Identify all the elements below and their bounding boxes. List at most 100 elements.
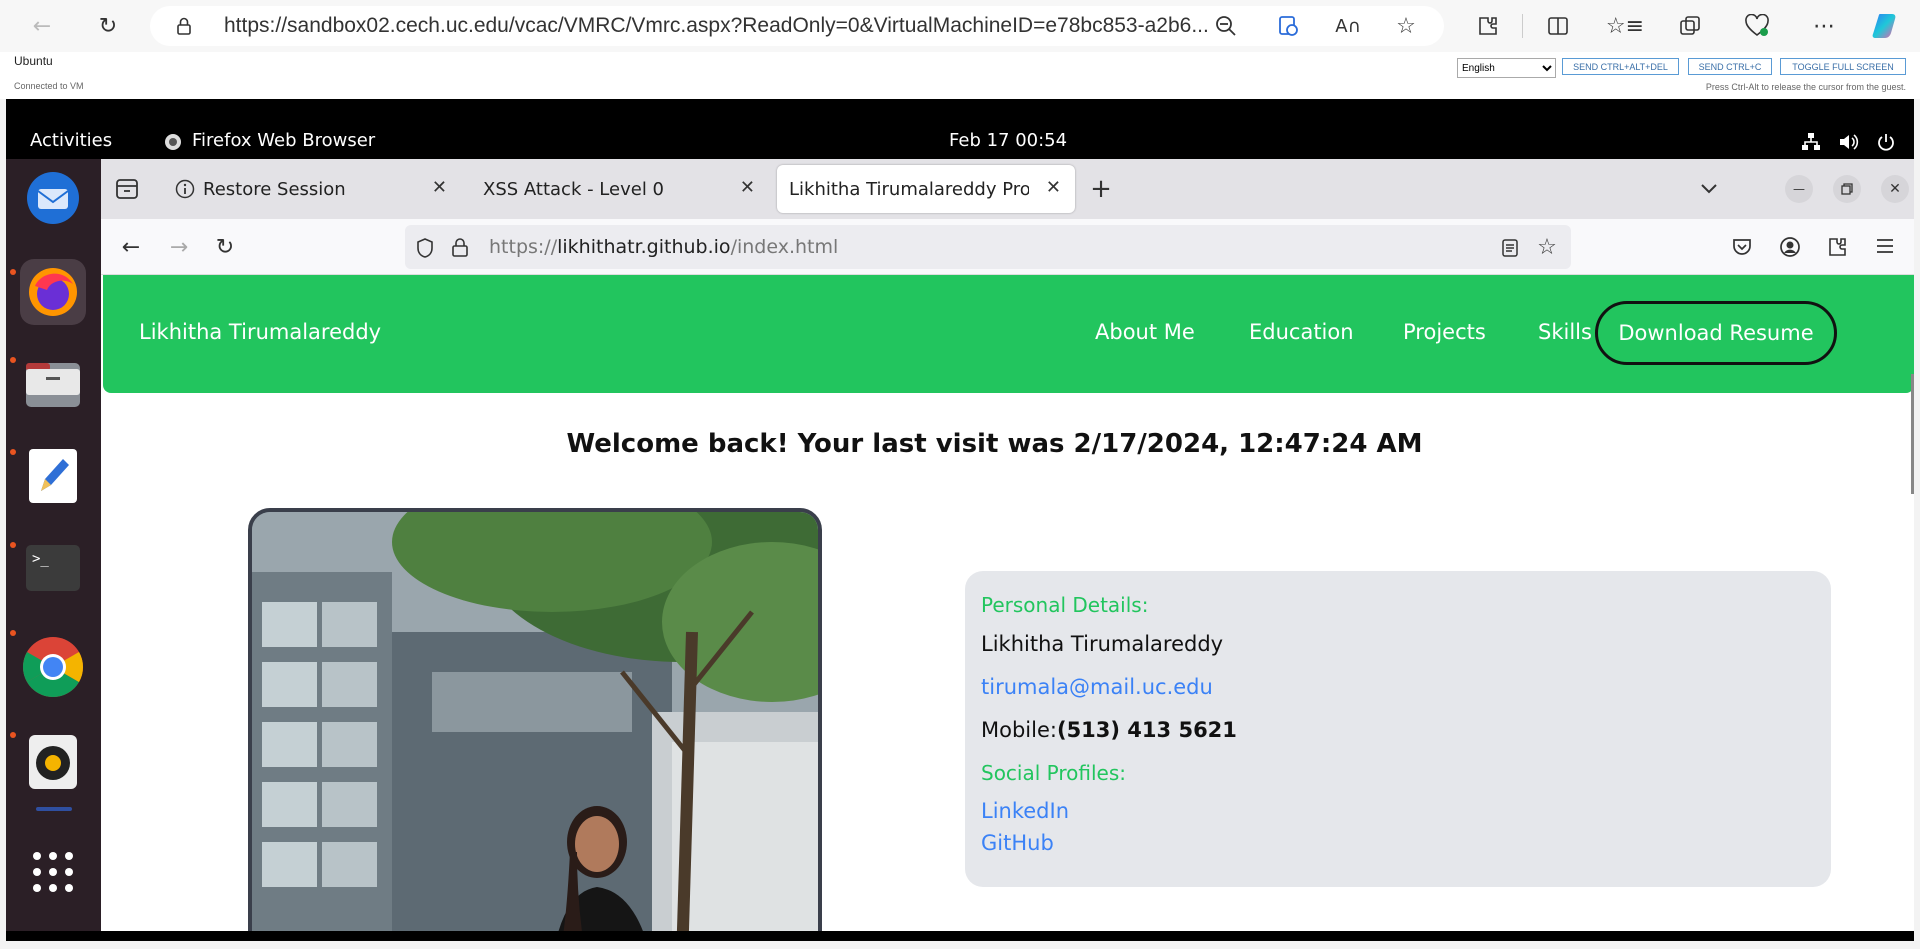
mobile-number: (513) 413 5621 (1056, 718, 1237, 742)
person-name: Likhitha Tirumalareddy (981, 632, 1224, 656)
dock-scroll-indicator (36, 807, 72, 811)
toolbar-divider (1522, 14, 1523, 38)
chrome-icon[interactable] (20, 634, 86, 700)
clock[interactable]: Feb 17 00:54 (949, 130, 1067, 151)
tab-xss-attack[interactable]: XSS Attack - Level 0 ✕ (469, 165, 769, 213)
tab-label: Restore Session (203, 178, 346, 200)
nav-projects[interactable]: Projects (1403, 320, 1486, 344)
mobile-line: Mobile:(513) 413 5621 (981, 718, 1237, 742)
running-indicator (10, 542, 16, 548)
text-editor-icon[interactable] (20, 443, 86, 509)
power-icon[interactable] (1876, 132, 1896, 152)
gnome-top-bar: Activities Firefox Web Browser Feb 17 00… (6, 123, 1914, 159)
github-link[interactable]: GitHub (981, 831, 1054, 855)
close-window-icon[interactable]: ✕ (1881, 175, 1909, 203)
social-profiles-heading: Social Profiles: (981, 761, 1126, 785)
list-tabs-chevron-icon[interactable] (1695, 175, 1723, 203)
more-menu-icon[interactable]: ⋯ (1806, 8, 1842, 44)
running-indicator (10, 269, 16, 275)
running-indicator (10, 732, 16, 738)
volume-icon[interactable] (1838, 132, 1860, 152)
restore-icon[interactable] (1833, 175, 1861, 203)
shield-icon[interactable] (415, 237, 435, 259)
profile-photo-image (252, 512, 818, 931)
firefox-small-icon (165, 134, 181, 150)
ubuntu-dock: >_ (6, 159, 101, 931)
tab-restore-session[interactable]: Restore Session ✕ (161, 165, 461, 213)
reload-icon[interactable]: ↻ (211, 233, 239, 261)
files-icon[interactable] (20, 351, 86, 417)
account-icon[interactable] (1779, 236, 1801, 258)
refresh-icon[interactable]: ↻ (90, 8, 126, 44)
thunderbird-icon[interactable] (20, 165, 86, 231)
linkedin-link[interactable]: LinkedIn (981, 799, 1069, 823)
url-bar[interactable]: https://likhithatr.github.io/index.html … (405, 225, 1571, 269)
language-select[interactable]: English (1457, 58, 1556, 78)
download-resume-button[interactable]: Download Resume (1595, 301, 1837, 365)
nav-skills[interactable]: Skills (1538, 320, 1592, 344)
network-icon[interactable] (1801, 132, 1821, 152)
pocket-icon[interactable] (1731, 236, 1753, 258)
back-icon[interactable]: ← (117, 233, 145, 261)
send-ctrl-c-button[interactable]: SEND CTRL+C (1688, 58, 1772, 75)
vmrc-header: Ubuntu Connected to VM English SEND CTRL… (0, 52, 1920, 99)
page-scrollbar[interactable] (1911, 374, 1914, 494)
copilot-icon[interactable] (1868, 8, 1904, 44)
favorites-icon[interactable]: ☆≡ (1606, 8, 1644, 44)
zoom-icon[interactable] (1208, 8, 1244, 44)
firefox-view-icon[interactable] (113, 175, 141, 203)
active-app-name[interactable]: Firefox Web Browser (192, 130, 375, 151)
edge-toolbar: ← ↻ https://sandbox02.cech.uc.edu/vcac/V… (0, 0, 1920, 52)
tab-strip: Restore Session ✕ XSS Attack - Level 0 ✕… (101, 159, 1914, 219)
reader-view-icon[interactable] (1501, 238, 1519, 258)
email-link[interactable]: tirumala@mail.uc.edu (981, 675, 1213, 699)
running-indicator (10, 357, 16, 363)
url-text: https://likhithatr.github.io/index.html (489, 236, 839, 258)
toggle-full-screen-button[interactable]: TOGGLE FULL SCREEN (1780, 58, 1906, 75)
firefox-icon[interactable] (20, 259, 86, 325)
read-aloud-icon[interactable]: A∩ (1330, 8, 1366, 44)
vm-display[interactable]: Activities Firefox Web Browser Feb 17 00… (6, 99, 1914, 941)
padlock-icon[interactable] (451, 237, 469, 257)
send-ctrl-alt-del-button[interactable]: SEND CTRL+ALT+DEL (1562, 58, 1679, 75)
activities-button[interactable]: Activities (30, 130, 112, 151)
split-screen-icon[interactable] (1540, 8, 1576, 44)
running-indicator (10, 449, 16, 455)
site-navbar: Likhitha Tirumalareddy About Me Educatio… (103, 275, 1914, 393)
browser-essentials-icon[interactable] (1739, 8, 1775, 44)
extensions-puzzle-icon[interactable] (1827, 236, 1849, 258)
personal-details-heading: Personal Details: (981, 593, 1149, 617)
app-available-icon[interactable] (1270, 8, 1306, 44)
new-tab-plus-icon[interactable]: + (1087, 174, 1115, 204)
tab-profile[interactable]: Likhitha Tirumalareddy Profile ✕ (777, 165, 1075, 213)
cursor-release-hint: Press Ctrl-Alt to release the cursor fro… (1705, 82, 1906, 92)
nav-about-me[interactable]: About Me (1095, 320, 1195, 344)
minimize-icon[interactable]: — (1785, 175, 1813, 203)
rhythmbox-icon[interactable] (20, 729, 86, 795)
address-bar[interactable]: https://sandbox02.cech.uc.edu/vcac/VMRC/… (150, 6, 1444, 46)
firefox-window: Restore Session ✕ XSS Attack - Level 0 ✕… (101, 159, 1914, 931)
favorite-star-icon[interactable]: ☆ (1388, 8, 1424, 44)
back-arrow-icon[interactable]: ← (24, 8, 60, 44)
show-apps-icon[interactable] (20, 839, 86, 905)
nav-education[interactable]: Education (1249, 320, 1354, 344)
lock-icon[interactable] (174, 16, 194, 36)
svg-text:>_: >_ (32, 551, 49, 567)
site-brand[interactable]: Likhitha Tirumalareddy (139, 320, 381, 344)
close-tab-icon[interactable]: ✕ (432, 177, 447, 198)
profile-photo (248, 508, 822, 931)
hamburger-menu-icon[interactable] (1875, 237, 1895, 255)
url-text: https://sandbox02.cech.uc.edu/vcac/VMRC/… (224, 14, 1209, 37)
personal-details-card: Personal Details: Likhitha Tirumalareddy… (965, 571, 1831, 887)
terminal-icon[interactable]: >_ (20, 535, 86, 601)
extensions-icon[interactable] (1470, 8, 1506, 44)
navigation-toolbar: ← → ↻ https://likhithatr.github.io/index… (101, 219, 1914, 275)
collections-icon[interactable] (1672, 8, 1708, 44)
forward-icon[interactable]: → (165, 233, 193, 261)
bookmark-star-icon[interactable]: ☆ (1533, 233, 1561, 261)
close-tab-icon[interactable]: ✕ (1046, 177, 1061, 198)
vm-status: Connected to VM (14, 81, 84, 91)
close-tab-icon[interactable]: ✕ (740, 177, 755, 198)
running-indicator (10, 630, 16, 636)
welcome-message: Welcome back! Your last visit was 2/17/2… (566, 429, 1423, 459)
